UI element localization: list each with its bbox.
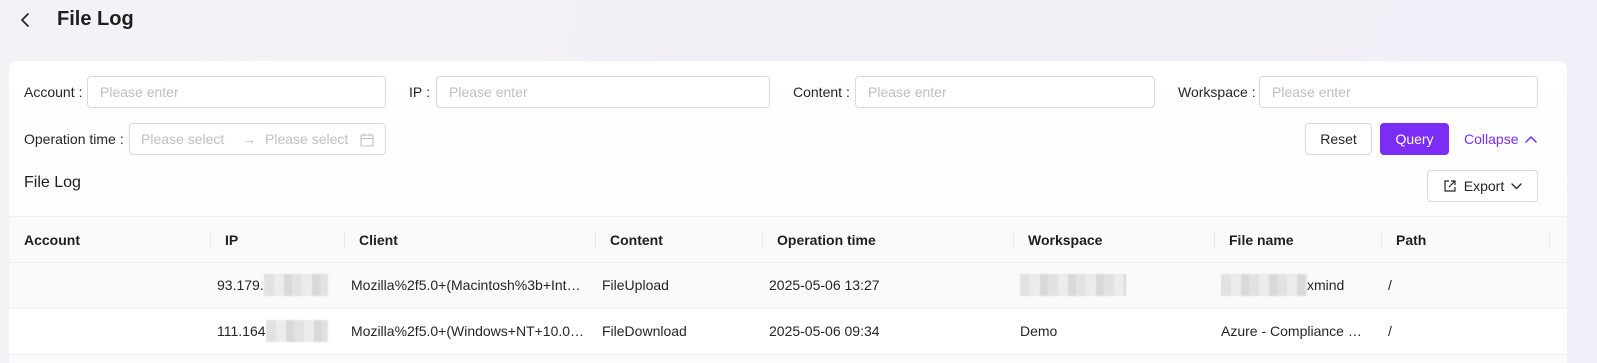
content-input[interactable] [855, 76, 1155, 108]
export-icon [1444, 180, 1456, 192]
account-label: Account: [24, 84, 83, 100]
column-header-spacer [1549, 217, 1567, 263]
workspace-input[interactable] [1259, 76, 1538, 108]
calendar-icon [360, 133, 374, 147]
start-date-placeholder[interactable]: Please select [141, 124, 224, 154]
cell-operation-time: 2025-05-06 09:34 [769, 323, 880, 339]
cell-client: Mozilla%2f5.0+(Windows+NT+10.0%3b+Win64) [351, 323, 594, 339]
page-header: File Log [0, 0, 1597, 40]
chevron-up-icon [1525, 136, 1538, 143]
operation-time-label: Operation time: [24, 131, 124, 147]
column-header-operation-time[interactable]: Operation time [762, 217, 1013, 263]
table-header: Account IP Client Content Operation time… [9, 216, 1567, 263]
export-label: Export [1463, 178, 1505, 194]
operation-time-range-picker[interactable]: Please select → Please select [129, 123, 386, 155]
cell-file-name: Azure - Compliance Overview [1221, 323, 1380, 339]
cell-operation-time: 2025-05-06 13:27 [769, 277, 880, 293]
workspace-label: Workspace: [1178, 84, 1256, 100]
column-header-workspace[interactable]: Workspace [1013, 217, 1214, 263]
redacted-mask [263, 274, 328, 297]
column-header-account[interactable]: Account [9, 217, 210, 263]
redacted-mask [1020, 274, 1126, 297]
column-header-content[interactable]: Content [595, 217, 762, 263]
cell-content: FileDownload [602, 323, 687, 339]
cell-account [9, 263, 210, 308]
collapse-label: Collapse [1464, 131, 1519, 147]
account-input[interactable] [87, 76, 386, 108]
cell-client: Mozilla%2f5.0+(Macintosh%3b+Intel+Mac+OS… [351, 277, 594, 293]
file-log-table: Account IP Client Content Operation time… [9, 216, 1567, 355]
export-button[interactable]: Export [1427, 170, 1538, 202]
cell-workspace: Demo [1020, 323, 1058, 339]
column-header-ip[interactable]: IP [210, 217, 344, 263]
back-button[interactable] [16, 9, 34, 31]
content-card: Account: IP: Content: Workspace: Operati… [9, 61, 1567, 363]
cell-workspace [1012, 263, 1213, 308]
cell-path: / [1388, 277, 1392, 293]
table-row[interactable]: 93.179. Mozilla%2f5.0+(Macintosh%3b+Inte… [9, 263, 1567, 309]
content-label: Content: [793, 84, 850, 100]
chevron-down-icon [1511, 182, 1522, 189]
cell-ip: 93.179. [209, 263, 343, 308]
cell-ip: 111.164 [209, 309, 343, 354]
range-arrow-icon: → [242, 131, 256, 147]
page-title: File Log [57, 8, 134, 30]
reset-button[interactable]: Reset [1305, 123, 1372, 155]
chevron-left-icon [21, 13, 29, 27]
column-header-client[interactable]: Client [344, 217, 595, 263]
cell-account [9, 309, 210, 354]
column-header-file-name[interactable]: File name [1214, 217, 1381, 263]
column-header-path[interactable]: Path [1381, 217, 1549, 263]
redacted-mask [265, 320, 328, 343]
query-button[interactable]: Query [1380, 123, 1449, 155]
redacted-mask [1221, 274, 1307, 297]
cell-content: FileUpload [602, 277, 669, 293]
end-date-placeholder[interactable]: Please select [265, 124, 348, 154]
table-row[interactable]: 111.164 Mozilla%2f5.0+(Windows+NT+10.0%3… [9, 309, 1567, 355]
ip-label: IP: [409, 84, 431, 100]
collapse-toggle[interactable]: Collapse [1464, 123, 1538, 155]
cell-file-name: xmind [1213, 263, 1380, 308]
ip-input[interactable] [436, 76, 770, 108]
cell-path: / [1388, 323, 1392, 339]
section-title: File Log [24, 174, 81, 191]
